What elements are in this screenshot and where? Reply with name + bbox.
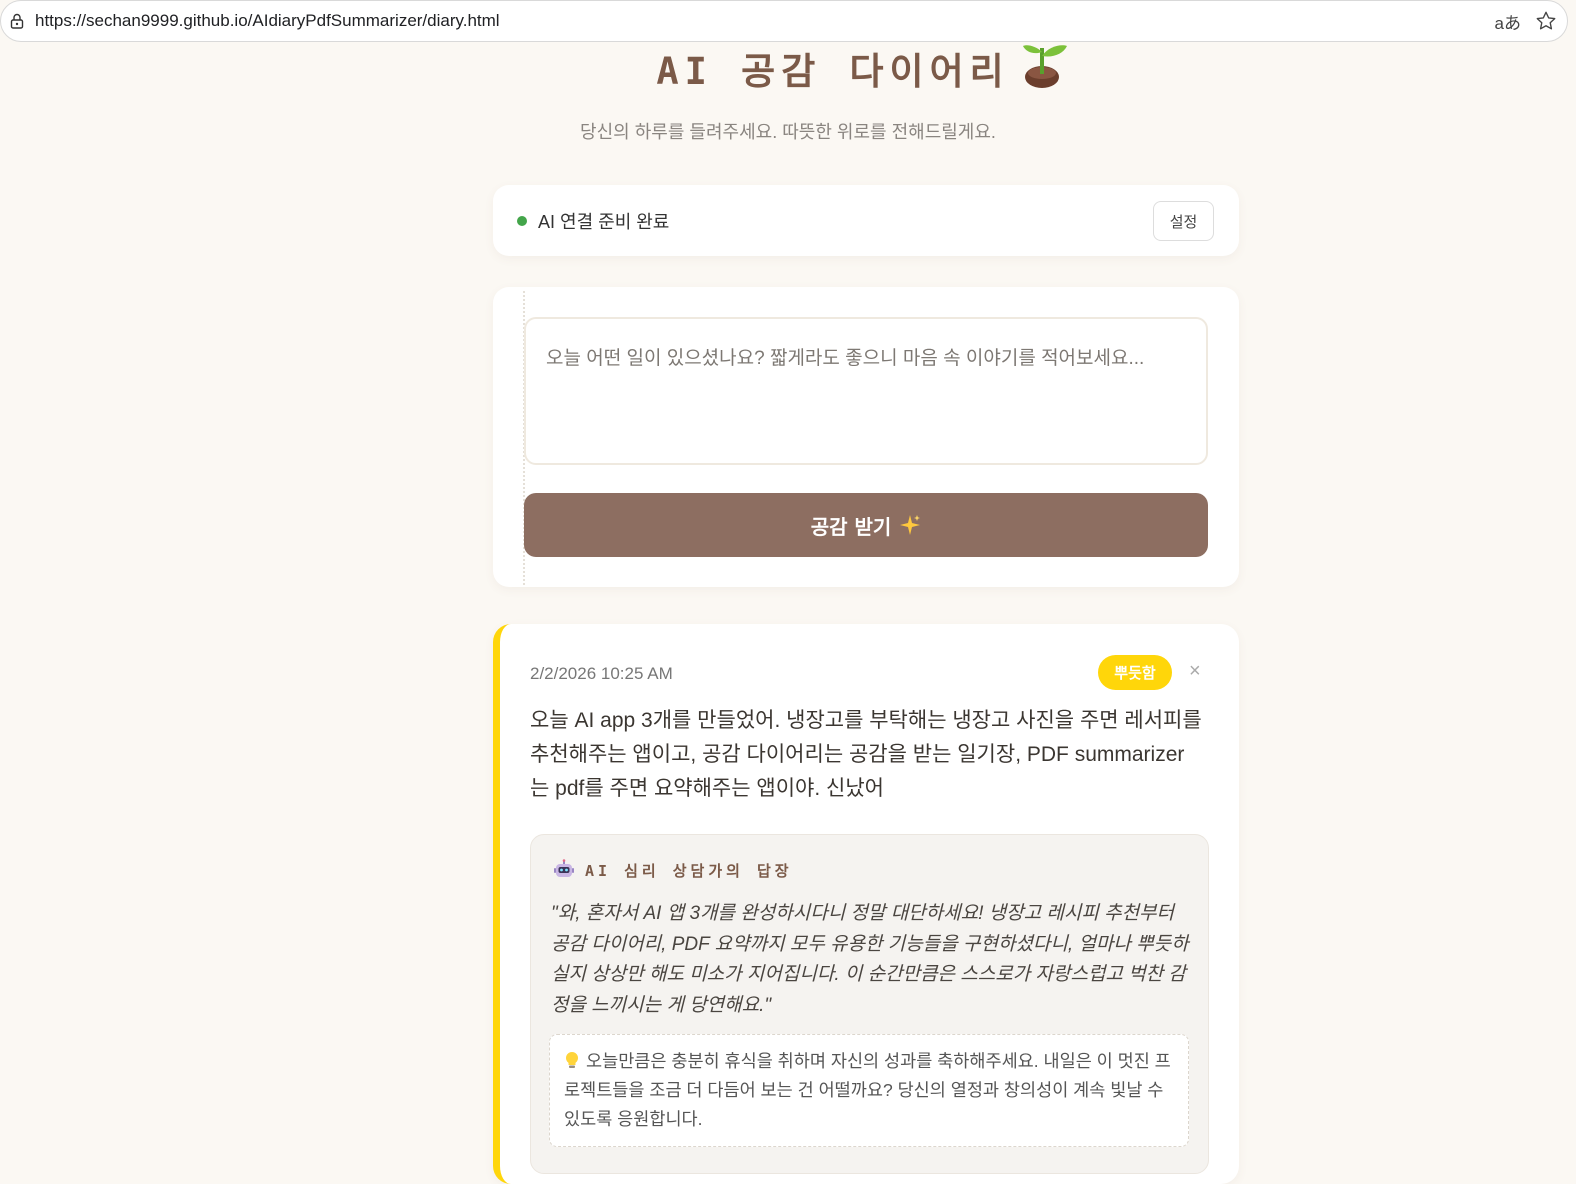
bulb-icon (564, 1049, 580, 1068)
reply-header: AI 심리 상담가의 답장 (553, 859, 793, 881)
diary-input-card: 공감 받기 (493, 287, 1239, 587)
advice-text: 오늘만큼은 충분히 휴식을 취하며 자신의 성과를 축하해주세요. 내일은 이 … (564, 1051, 1171, 1129)
page-title-text: AI 공감 다이어리 (656, 50, 1010, 93)
advice-box: 오늘만큼은 충분히 휴식을 취하며 자신의 성과를 축하해주세요. 내일은 이 … (549, 1034, 1189, 1147)
address-bar[interactable]: https://sechan9999.github.io/AIdiaryPdfS… (0, 0, 1568, 42)
sprout-icon (1015, 42, 1071, 90)
ai-status-card: AI 연결 준비 완료 설정 (493, 185, 1239, 256)
emotion-badge: 뿌듯함 (1098, 655, 1172, 690)
robot-icon (553, 859, 575, 881)
entry-text: 오늘 AI app 3개를 만들었어. 냉장고를 부탁해는 냉장고 사진을 주면… (530, 709, 1202, 800)
status-text: AI 연결 준비 완료 (538, 211, 670, 232)
translate-icon[interactable]: aあ (1495, 9, 1521, 34)
entry-date: 2/2/2026 10:25 AM (530, 664, 673, 683)
reply-quote: "와, 혼자서 AI 앱 3개를 완성하시다니 정말 대단하세요! 냉장고 레시… (551, 903, 1189, 1016)
page-title: AI 공감 다이어리 (0, 42, 1576, 94)
ai-reply-box: AI 심리 상담가의 답장 "와, 혼자서 AI 앱 3개를 완성하시다니 정말… (530, 834, 1209, 1174)
reply-title: AI 심리 상담가의 답장 (585, 861, 793, 880)
url-text[interactable]: https://sechan9999.github.io/AIdiaryPdfS… (35, 11, 1495, 31)
star-icon[interactable] (1535, 10, 1557, 32)
settings-button[interactable]: 설정 (1153, 201, 1214, 241)
status-dot (517, 215, 527, 226)
delete-entry-button[interactable]: × (1189, 660, 1201, 683)
get-empathy-button[interactable]: 공감 받기 (524, 493, 1208, 557)
diary-textarea[interactable] (524, 317, 1208, 465)
sparkle-icon (899, 514, 921, 536)
lock-icon[interactable] (9, 13, 25, 29)
diary-entry-card: 2/2/2026 10:25 AM 뿌듯함 × 오늘 AI app 3개를 만들… (493, 624, 1239, 1184)
subtitle: 당신의 하루를 들려주세요. 따뜻한 위로를 전해드릴게요. (580, 122, 996, 142)
get-empathy-label: 공감 받기 (810, 514, 892, 539)
